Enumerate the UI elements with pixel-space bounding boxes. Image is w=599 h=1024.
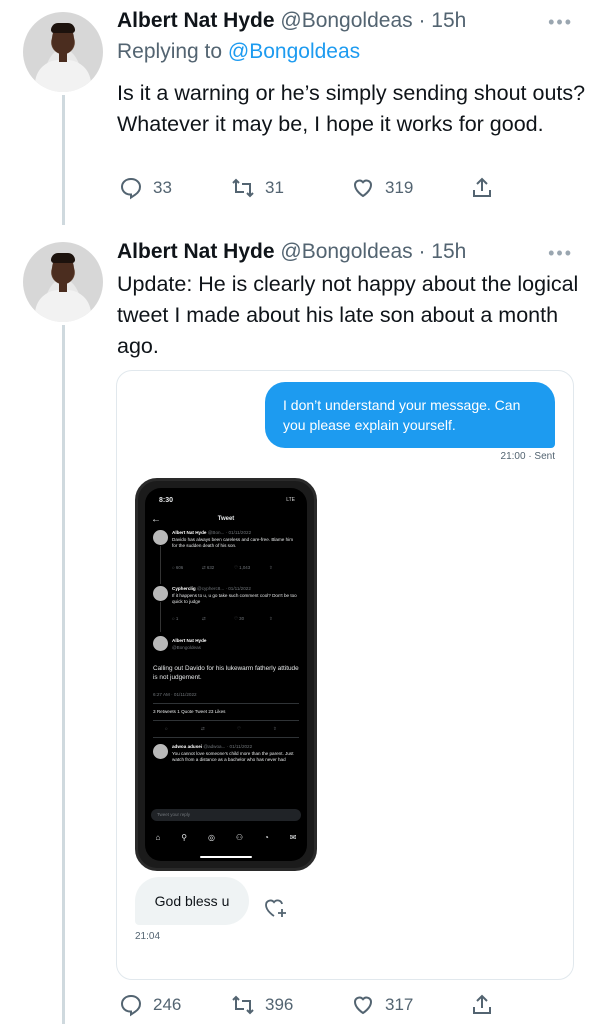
communities-icon: ⚇	[235, 833, 244, 842]
main-tweet-stats: 3 Retweets 1 Quote Tweet 23 Likes	[153, 709, 226, 714]
tweet-header: Albert Nat Hyde @Bongoldeas · 15h	[117, 9, 466, 33]
q2-likes: 30	[239, 616, 245, 621]
replying-to-label: Replying to	[117, 40, 223, 63]
quoted-tweet-2: Cypherclig @cypherc8... · 01/11/2022 If …	[172, 586, 297, 606]
like-count: 319	[385, 178, 414, 197]
quoted-author: Cypherclig	[172, 586, 196, 591]
author-handle[interactable]: @Bongoldeas	[280, 9, 412, 32]
tweet-text: Update: He is clearly not happy about th…	[117, 272, 579, 358]
sent-message: I don’t understand your message. Can you…	[265, 382, 555, 448]
received-message: God bless u	[135, 877, 249, 925]
status-time: 8:30	[159, 497, 174, 504]
retweet-button[interactable]: 396	[231, 993, 293, 1017]
avatar[interactable]	[23, 242, 103, 322]
retweet-count: 31	[265, 178, 284, 197]
shared-phone-image: 8:30 LTE ← Tweet Albert Nat Hyde @Bon...…	[135, 478, 317, 871]
avatar	[153, 586, 168, 601]
like-count: 317	[385, 995, 414, 1014]
retweet-icon	[232, 995, 254, 1015]
phone-nav: ⌂ ⚲ ◎ ⚇ ◔ ✉	[145, 833, 307, 842]
main-tweet-text: Calling out Davido for his lukewarm fath…	[153, 665, 299, 681]
screen-title: Tweet	[217, 516, 235, 522]
q1-retweets: 632	[206, 565, 215, 570]
quoted-text: Davido has always been careless and care…	[172, 536, 294, 549]
home-icon: ⌂	[155, 833, 161, 842]
avatar	[153, 636, 168, 651]
share-icon	[473, 177, 491, 197]
heart-icon	[353, 179, 373, 198]
tweet-actions: 246 396 317	[117, 993, 507, 1021]
q1-likes: 1,043	[239, 565, 251, 570]
spaces-icon: ◎	[208, 833, 215, 842]
main-tweet-time: 6:27 AM · 01/11/2022	[153, 692, 197, 697]
reply-icon	[120, 177, 142, 200]
quoted-tweet-1: Albert Nat Hyde @Bon... · 01/11/2022 Dav…	[172, 530, 297, 550]
main-author-name: Albert Nat Hyde	[172, 638, 207, 643]
tweet-actions: 33 31 319	[117, 176, 507, 204]
thread-line	[62, 95, 65, 225]
quoted-meta: @Bon... · 01/11/2022	[207, 530, 252, 535]
author-name[interactable]: Albert Nat Hyde	[117, 9, 275, 32]
sent-meta: 21:00 · Sent	[500, 451, 555, 462]
avatar	[153, 744, 168, 759]
thread-line	[160, 602, 161, 632]
reply-author: adwoa adusei	[172, 744, 203, 749]
quoted-text: If it happens to u, u go take such comme…	[172, 592, 297, 605]
share-icon	[473, 994, 491, 1014]
reply-tweet: adwoa adusei @adwoa... · 01/11/2022 You …	[172, 744, 297, 764]
retweet-count: 396	[265, 995, 294, 1014]
like-button[interactable]: 317	[351, 993, 413, 1017]
replying-to-handle[interactable]: @Bongoldeas	[228, 40, 360, 63]
reply-icon	[120, 994, 142, 1017]
quoted-meta: @cypherc8... · 01/11/2022	[197, 586, 251, 591]
retweet-icon	[232, 178, 254, 198]
main-author: Albert Nat Hyde @Bongoldeas	[172, 638, 297, 651]
tweet-1[interactable]: Albert Nat Hyde @Bongoldeas · 15h ••• Re…	[0, 0, 599, 225]
replying-to: Replying to @Bongoldeas	[117, 40, 360, 64]
add-reaction-icon[interactable]	[263, 896, 289, 920]
reply-text: You cannot love someone's child more tha…	[172, 750, 294, 763]
messages-icon: ✉	[289, 833, 297, 842]
heart-icon	[353, 996, 373, 1015]
share-button[interactable]	[470, 176, 494, 200]
dm-screenshot[interactable]: I don’t understand your message. Can you…	[116, 370, 574, 980]
tweet-time[interactable]: · 15h	[418, 9, 466, 32]
share-button[interactable]	[470, 993, 494, 1017]
reply-button[interactable]: 33	[119, 176, 172, 200]
search-icon: ⚲	[181, 833, 188, 842]
like-button[interactable]: 319	[351, 176, 413, 200]
reply-input: Tweet your reply	[151, 809, 301, 821]
phone-screen: 8:30 LTE ← Tweet Albert Nat Hyde @Bon...…	[145, 488, 307, 861]
more-options-icon[interactable]: •••	[548, 243, 573, 264]
home-indicator	[200, 856, 252, 858]
retweet-button[interactable]: 31	[231, 176, 284, 200]
avatar	[153, 530, 168, 545]
q2-replies: 1	[175, 616, 179, 621]
tweet-time[interactable]: · 15h	[418, 240, 466, 263]
author-name[interactable]: Albert Nat Hyde	[117, 240, 275, 263]
reply-button[interactable]: 246	[119, 993, 181, 1017]
tweet-text: Is it a warning or he’s simply sending s…	[117, 81, 586, 136]
status-network: LTE	[286, 497, 295, 503]
thread-line	[160, 546, 161, 584]
more-options-icon[interactable]: •••	[548, 12, 573, 33]
main-author-handle: @Bongoldeas	[172, 644, 201, 650]
author-handle[interactable]: @Bongoldeas	[280, 240, 412, 263]
reply-count: 33	[153, 178, 172, 197]
reply-meta: @adwoa... · 01/11/2022	[203, 744, 253, 749]
tweet-header: Albert Nat Hyde @Bongoldeas · 15h	[117, 240, 466, 264]
notifications-icon: ◔	[264, 833, 269, 842]
received-time: 21:04	[135, 931, 161, 942]
thread-line	[62, 325, 65, 1024]
quoted-author: Albert Nat Hyde	[172, 530, 207, 535]
avatar[interactable]	[23, 12, 103, 92]
q1-replies: 606	[175, 565, 184, 570]
reply-count: 246	[153, 995, 182, 1014]
